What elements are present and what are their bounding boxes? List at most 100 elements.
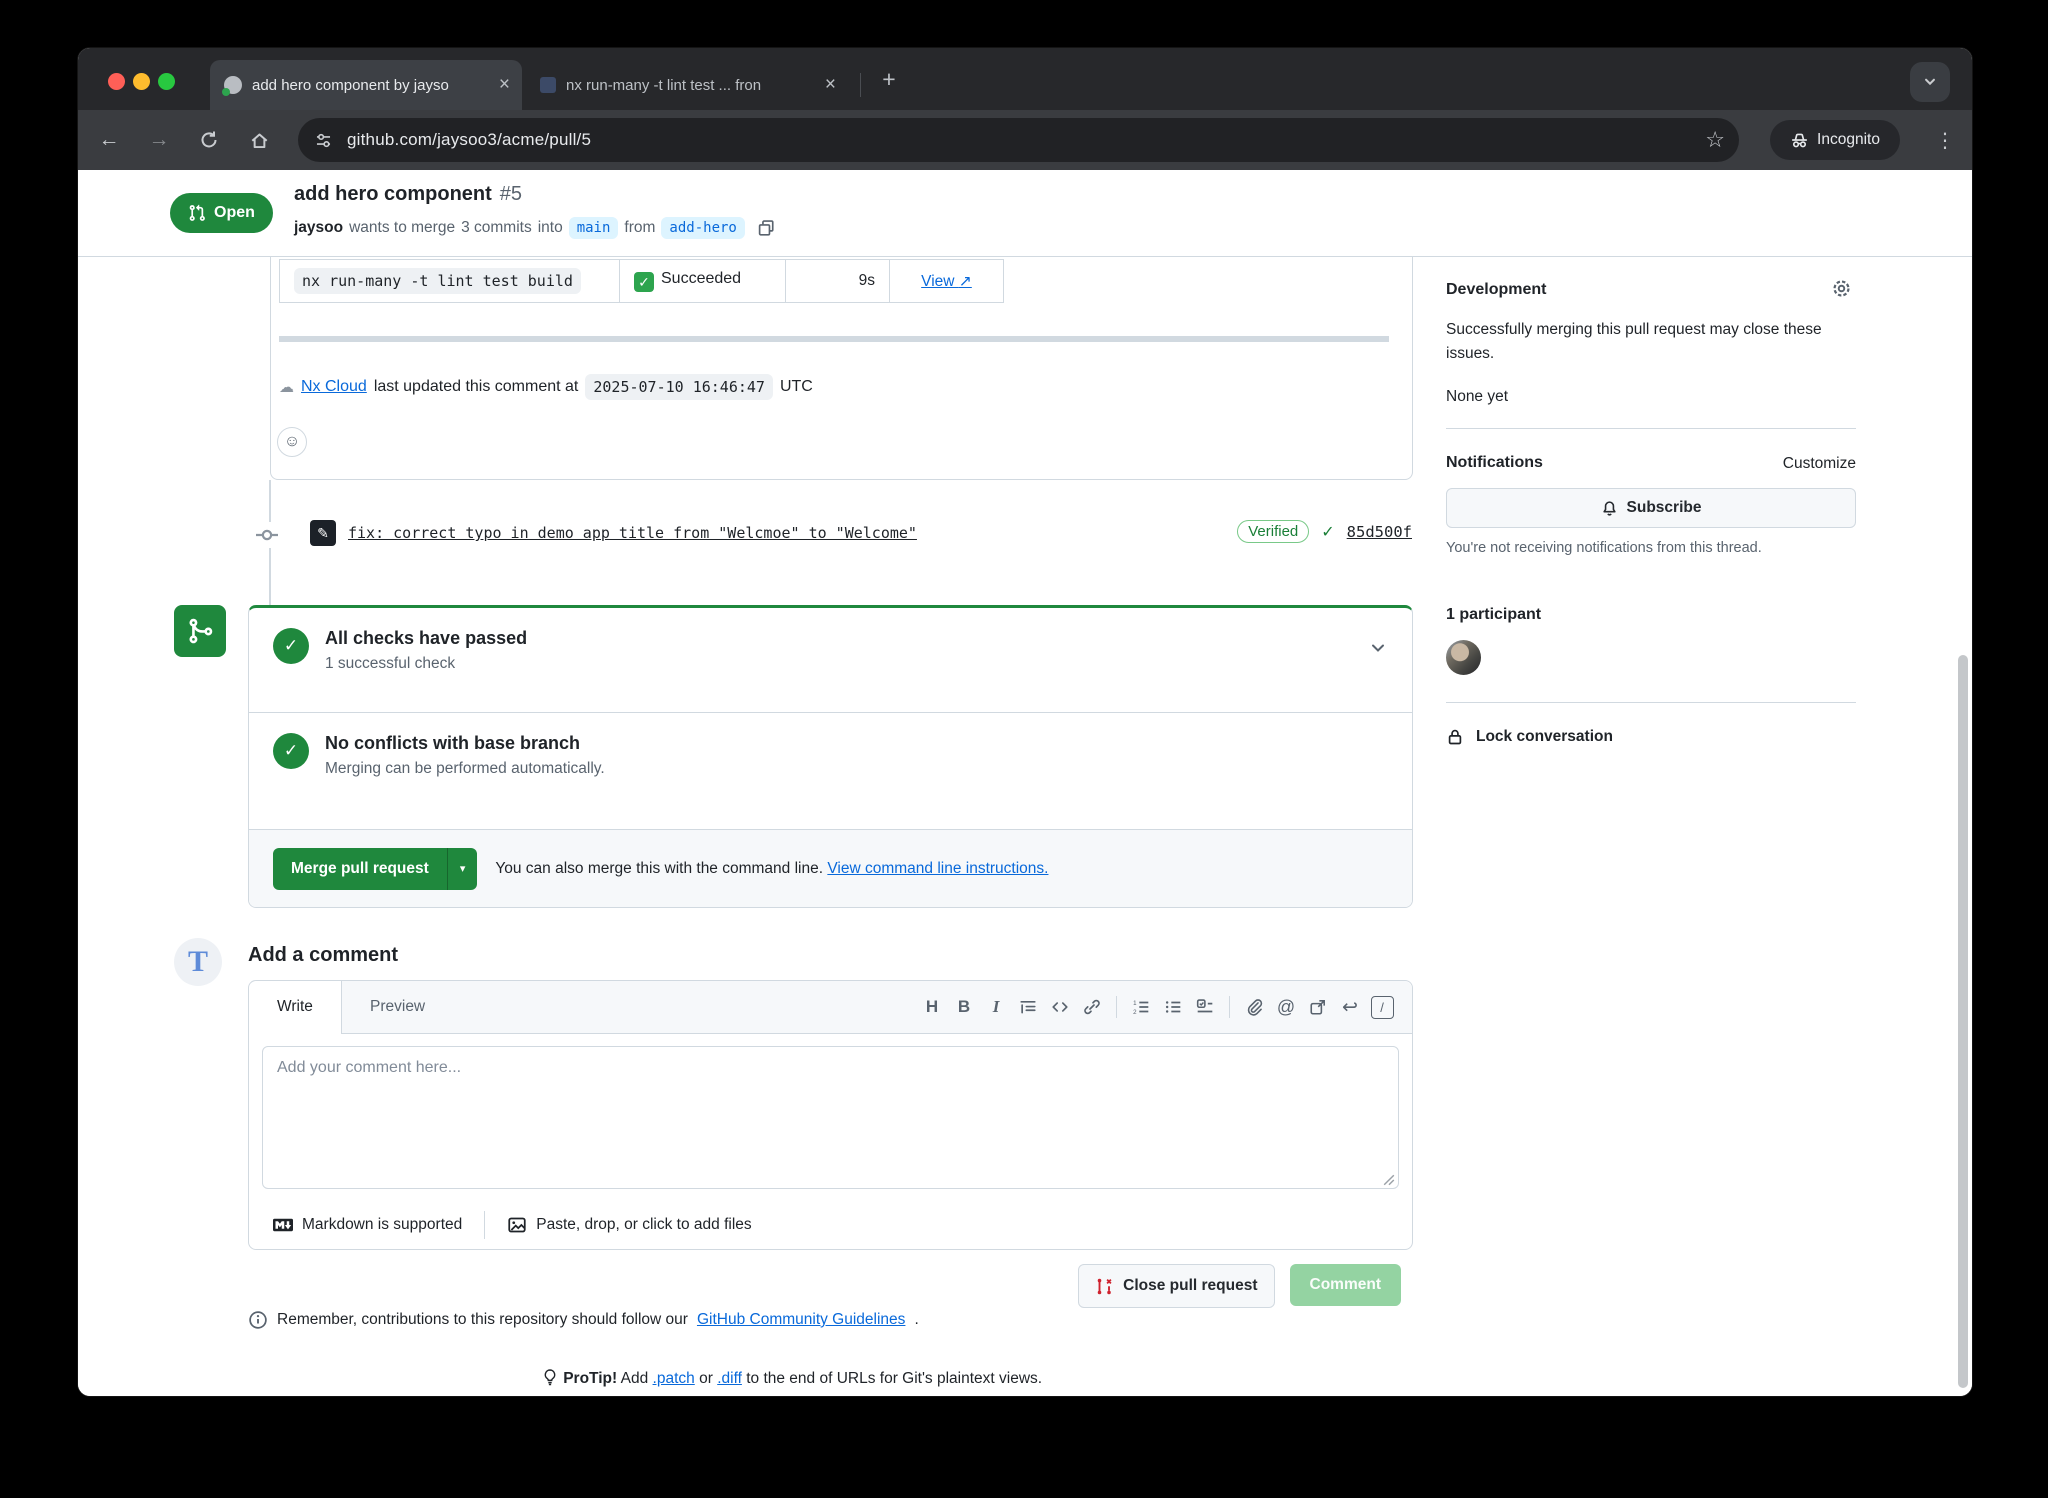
subscribe-button[interactable]: Subscribe <box>1446 488 1856 528</box>
customize-link[interactable]: Customize <box>1783 455 1856 473</box>
caret-down-icon: ▾ <box>460 862 466 875</box>
pr-subtitle: jaysoo wants to merge 3 commits into mai… <box>294 217 776 239</box>
bullet-list-icon[interactable] <box>1157 990 1189 1024</box>
pr-author[interactable]: jaysoo <box>294 219 343 237</box>
numbered-list-icon[interactable]: 12 <box>1125 990 1157 1024</box>
participants-heading: 1 participant <box>1446 606 1541 624</box>
browser-window: add hero component by jayso × nx run-man… <box>78 48 1972 1396</box>
check-status: Succeeded <box>661 270 741 287</box>
page-scrollbar[interactable] <box>1958 655 1968 1388</box>
development-settings-button[interactable] <box>1831 278 1852 299</box>
bookmark-star-icon[interactable]: ☆ <box>1705 127 1725 153</box>
lightbulb-icon <box>541 1368 559 1386</box>
closed-pr-icon <box>1095 1277 1114 1296</box>
reload-button[interactable] <box>190 121 228 159</box>
commit-sha-link[interactable]: 85d500f <box>1347 523 1412 541</box>
merge-box: ✓ All checks have passed 1 successful ch… <box>248 605 1413 908</box>
site-settings-icon[interactable] <box>314 131 333 150</box>
checks-passed-title: All checks have passed <box>325 628 1368 649</box>
forward-button[interactable]: → <box>140 121 178 159</box>
home-icon <box>249 130 270 151</box>
close-tab-icon[interactable]: × <box>491 74 522 96</box>
bold-icon[interactable]: B <box>948 990 980 1024</box>
comment-input[interactable] <box>262 1046 1399 1189</box>
checks-passed-subtitle: 1 successful check <box>325 655 1368 673</box>
close-window-button[interactable] <box>108 73 125 90</box>
comment-divider <box>279 336 1389 342</box>
heading-icon[interactable]: H <box>916 990 948 1024</box>
base-branch-label[interactable]: main <box>569 217 619 239</box>
commit-count: 3 commits <box>461 219 532 237</box>
link-icon[interactable] <box>1076 990 1108 1024</box>
comment-actions: Close pull request Comment <box>1078 1264 1401 1308</box>
resize-grip-icon[interactable] <box>1383 1174 1395 1186</box>
comment-form-tabs: Write Preview H B I 12 <box>249 981 1412 1034</box>
mention-icon[interactable]: @ <box>1270 990 1302 1024</box>
home-button[interactable] <box>240 121 278 159</box>
minimize-window-button[interactable] <box>133 73 150 90</box>
pr-title: add hero component#5 <box>294 183 522 206</box>
tab-search-button[interactable] <box>1910 62 1950 102</box>
address-bar[interactable]: github.com/jaysoo3/acme/pull/5 ☆ <box>298 118 1739 162</box>
tab-write[interactable]: Write <box>249 981 342 1034</box>
markdown-icon <box>273 1215 293 1235</box>
patch-link[interactable]: .patch <box>653 1370 695 1387</box>
copy-icon[interactable] <box>757 219 776 238</box>
check-status-cell: ✓Succeeded <box>620 260 786 303</box>
nx-cloud-link[interactable]: Nx Cloud <box>301 378 367 396</box>
close-tab-icon[interactable]: × <box>817 74 848 96</box>
comment-submit-button[interactable]: Comment <box>1290 1264 1401 1306</box>
slash-command-icon[interactable]: / <box>1366 990 1398 1024</box>
italic-icon[interactable]: I <box>980 990 1012 1024</box>
reply-icon[interactable]: ↩ <box>1334 990 1366 1024</box>
tab-pull-request[interactable]: add hero component by jayso × <box>210 60 522 110</box>
head-branch-label[interactable]: add-hero <box>661 217 744 239</box>
attach-file-icon[interactable] <box>1238 990 1270 1024</box>
view-run-link[interactable]: View ↗ <box>921 273 972 290</box>
merge-pull-request-button[interactable]: Merge pull request <box>273 848 447 890</box>
external-arrow-icon: ↗ <box>959 273 972 290</box>
cli-instructions-link[interactable]: View command line instructions. <box>827 860 1048 877</box>
table-row: nx run-many -t lint test build ✓Succeede… <box>280 260 1004 303</box>
maximize-window-button[interactable] <box>158 73 175 90</box>
tab-title: add hero component by jayso <box>252 77 491 94</box>
new-tab-button[interactable]: + <box>872 62 906 96</box>
bell-icon <box>1601 500 1618 517</box>
no-conflicts-section: ✓ No conflicts with base branch Merging … <box>249 713 1412 829</box>
browser-menu-button[interactable]: ⋮ <box>1926 121 1964 159</box>
commit-message-link[interactable]: fix: correct typo in demo app title from… <box>348 524 917 542</box>
incognito-icon <box>1790 131 1809 150</box>
tab-nx-run[interactable]: nx run-many -t lint test ... fron × <box>526 60 848 110</box>
cross-reference-icon[interactable] <box>1302 990 1334 1024</box>
nx-cloud-note: ☁ Nx Cloud last updated this comment at … <box>279 374 813 400</box>
sidebar-divider <box>1446 428 1856 429</box>
participant-avatar[interactable] <box>1446 640 1481 675</box>
markdown-toolbar: H B I 12 @ <box>916 981 1398 1033</box>
lock-conversation-button[interactable]: Lock conversation <box>1446 728 1613 746</box>
check-command-cell: nx run-many -t lint test build <box>280 260 620 303</box>
development-heading: Development <box>1446 281 1546 299</box>
task-list-icon[interactable] <box>1189 990 1221 1024</box>
community-guidelines-link[interactable]: GitHub Community Guidelines <box>697 1311 905 1329</box>
notifications-heading: Notifications <box>1446 454 1543 472</box>
commit-author-avatar[interactable]: ✎ <box>310 520 336 546</box>
pull-request-icon <box>188 204 206 222</box>
current-user-avatar: T <box>174 938 222 986</box>
expand-checks-icon[interactable] <box>1368 638 1388 658</box>
upload-files-button[interactable]: Paste, drop, or click to add files <box>507 1215 751 1235</box>
code-icon[interactable] <box>1044 990 1076 1024</box>
check-circle-icon: ✓ <box>273 733 309 769</box>
url-text[interactable]: github.com/jaysoo3/acme/pull/5 <box>347 130 591 150</box>
markdown-supported-note[interactable]: Markdown is supported <box>273 1215 462 1235</box>
merge-options-dropdown[interactable]: ▾ <box>447 848 478 890</box>
tab-preview[interactable]: Preview <box>342 998 453 1016</box>
verified-badge[interactable]: Verified <box>1237 520 1309 543</box>
checks-passed-section[interactable]: ✓ All checks have passed 1 successful ch… <box>249 608 1412 712</box>
add-reaction-button[interactable]: ☺ <box>277 427 307 457</box>
pr-sticky-header: Open add hero component#5 jaysoo wants t… <box>78 170 1972 257</box>
diff-link[interactable]: .diff <box>717 1370 742 1387</box>
close-pull-request-button[interactable]: Close pull request <box>1078 1264 1274 1308</box>
smiley-icon: ☺ <box>284 433 300 451</box>
quote-icon[interactable] <box>1012 990 1044 1024</box>
back-button[interactable]: ← <box>90 121 128 159</box>
